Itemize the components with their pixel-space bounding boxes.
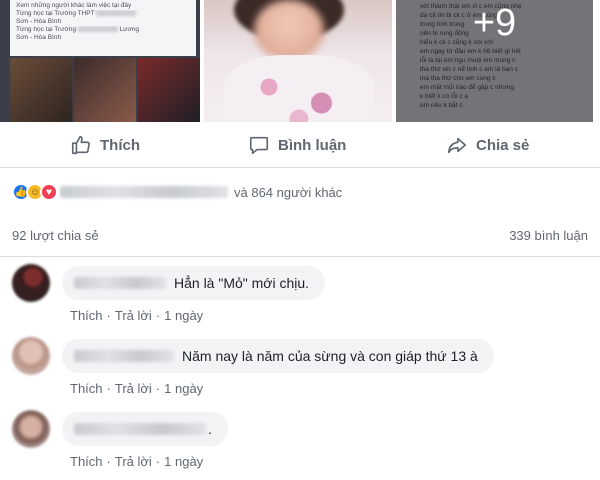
divider — [0, 256, 600, 257]
commenter-name[interactable] — [74, 277, 166, 289]
comment-bubble: . — [62, 412, 228, 446]
comment-like-link[interactable]: Thích — [70, 381, 103, 396]
comment-meta: Thích · Trả lời · 1 ngày — [70, 308, 204, 323]
comment-button[interactable]: Bình luận — [248, 122, 346, 168]
comment-text: . — [208, 421, 212, 437]
comment-icon — [249, 136, 269, 155]
post-photo-grid: Xem những người khác làm việc tại đây Từ… — [0, 0, 600, 122]
photo-2[interactable] — [204, 0, 392, 122]
photo-thumbnails — [10, 58, 200, 122]
comment-reply-link[interactable]: Trả lời — [115, 381, 152, 396]
thumbnail-image — [10, 58, 72, 122]
comment-bubble: Hẳn là "Mỏ" mới chịu. — [62, 266, 326, 300]
like-button[interactable]: Thích — [70, 122, 140, 168]
share-count[interactable]: 92 lượt chia sẻ — [12, 228, 99, 243]
photo-1[interactable]: Xem những người khác làm việc tại đây Từ… — [0, 0, 200, 122]
avatar[interactable] — [12, 337, 50, 375]
card-row: Sơn - Hòa Bình — [16, 18, 62, 25]
reactions-summary[interactable]: 👍 ☺ ♥ và 864 người khác — [12, 180, 342, 204]
comment-reply-link[interactable]: Trả lời — [115, 454, 152, 469]
comment-like-link[interactable]: Thích — [70, 454, 103, 469]
photo-3-more[interactable]: với thành thật em xl c em cũng nhẹ dạ cả… — [396, 0, 593, 122]
card-row: Xem những người khác làm việc tại đây — [16, 2, 132, 9]
comment-meta: Thích · Trả lời · 1 ngày — [70, 454, 204, 469]
card-row: Từng học tại Trường Lương — [16, 26, 140, 33]
comment-label: Bình luận — [278, 136, 347, 154]
comment-reply-link[interactable]: Trả lời — [115, 308, 152, 323]
profile-card-screenshot: Xem những người khác làm việc tại đây Từ… — [10, 0, 196, 56]
card-row: Sơn - Hòa Bình — [16, 34, 62, 41]
comment-count[interactable]: 339 bình luận — [509, 228, 588, 243]
reactions-others-text[interactable]: và 864 người khác — [234, 185, 342, 200]
comment-time[interactable]: 1 ngày — [164, 308, 203, 323]
post-action-bar: Thích Bình luận Chia sẻ — [0, 122, 600, 168]
love-reaction-icon: ♥ — [40, 183, 58, 201]
thumbnail-image — [138, 58, 200, 122]
share-icon — [447, 137, 467, 154]
thumbnail-image — [74, 58, 136, 122]
thumbs-up-icon — [71, 135, 90, 155]
blurred-face — [254, 0, 324, 60]
comment-like-link[interactable]: Thích — [70, 308, 103, 323]
commenter-name[interactable] — [74, 423, 206, 435]
comment-bubble: Năm nay là năm của sừng và con giáp thứ … — [62, 339, 494, 373]
comment-text: Năm nay là năm của sừng và con giáp thứ … — [182, 348, 478, 364]
post-stats: 92 lượt chia sẻ 339 bình luận — [12, 228, 588, 243]
blurred-reactor-names — [60, 186, 228, 198]
share-label: Chia sẻ — [476, 136, 530, 154]
avatar[interactable] — [12, 410, 50, 448]
like-label: Thích — [100, 136, 140, 154]
share-button[interactable]: Chia sẻ — [446, 122, 529, 168]
reaction-icons: 👍 ☺ ♥ — [12, 183, 58, 201]
floral-dress — [224, 55, 374, 122]
comment-text: Hẳn là "Mỏ" mới chịu. — [174, 275, 310, 291]
comment-time[interactable]: 1 ngày — [164, 381, 203, 396]
comment-meta: Thích · Trả lời · 1 ngày — [70, 381, 204, 396]
card-row: Từng học tại Trường THPT — [16, 10, 190, 18]
more-photos-count: +9 — [472, 2, 517, 44]
avatar[interactable] — [12, 264, 50, 302]
commenter-name[interactable] — [74, 350, 174, 362]
comment-time[interactable]: 1 ngày — [164, 454, 203, 469]
